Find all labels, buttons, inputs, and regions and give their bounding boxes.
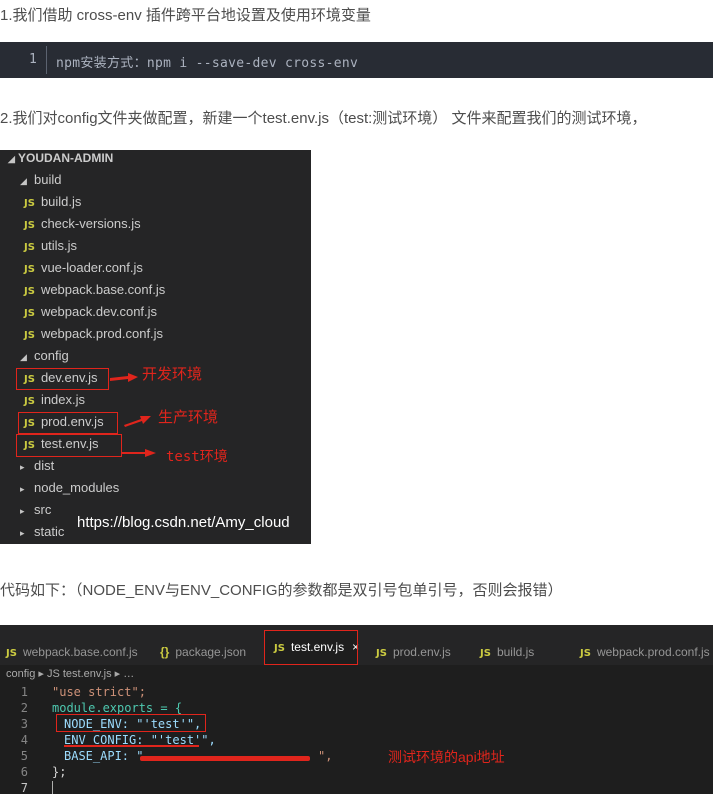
line-number: 7 [20,781,28,794]
arrow-dev [110,373,138,382]
code-text: module.exports = { [52,701,183,715]
tab-label: build.js [496,645,535,659]
tab-label: webpack.prod.conf.js [596,645,710,659]
underline-env-config [64,745,199,747]
tab-webpack-prod[interactable]: JS webpack.prod.conf.js [580,639,710,665]
code-line-end: ", [318,749,333,763]
tab-webpack-base[interactable]: JS webpack.base.conf.js [6,639,138,665]
line-number: 5 [20,749,28,763]
code-text: }; [52,765,67,779]
highlight-node-env [56,714,206,732]
js-file-icon: JS [480,648,491,659]
line-number: 3 [20,717,28,731]
tab-package-json[interactable]: {} package.json [160,639,246,665]
line-number: 6 [20,765,28,779]
highlight-active-tab [264,630,358,665]
tab-build[interactable]: JS build.js [480,639,534,665]
annotation-test: test环境 [166,449,228,465]
code-text: BASE_API: " [64,749,144,763]
tab-label: prod.env.js [392,645,451,659]
arrow-prod [124,416,151,427]
annotation-prod: 生产环境 [158,409,219,426]
code-line: 6}; [0,764,67,780]
tab-prod-env[interactable]: JS prod.env.js [376,639,451,665]
code-intro-text: 代码如下：（NODE_ENV与ENV_CONFIG的参数都是双引号包单引号，否则… [0,582,563,599]
code-line: 5 BASE_API: " [0,748,144,764]
annotation-dev: 开发环境 [142,366,203,383]
line-number: 1 [20,685,28,699]
json-file-icon: {} [160,645,170,659]
code-line: 1 "use strict"; [0,684,146,700]
js-file-icon: JS [6,648,17,659]
text-cursor [52,781,53,794]
arrow-test [122,449,156,457]
tab-label: webpack.base.conf.js [22,645,138,659]
js-file-icon: JS [580,648,591,659]
code-text: "use strict"; [52,685,146,699]
line-number: 2 [20,701,28,715]
breadcrumb: config ▸ JS test.env.js ▸ … [6,668,135,680]
redaction-mark [140,756,310,761]
line-number: 4 [20,733,28,747]
tab-label: package.json [175,645,247,659]
code-line: 7 [0,780,53,794]
js-file-icon: JS [376,648,387,659]
annotation-api: 测试环境的api地址 [388,749,505,765]
code-editor: JS webpack.base.conf.js {} package.json JS… [0,625,713,794]
